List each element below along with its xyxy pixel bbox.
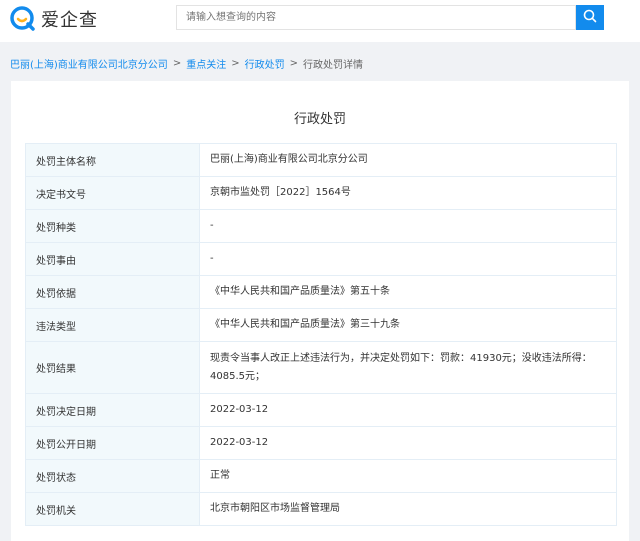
table-row: 处罚公开日期 2022-03-12: [25, 426, 617, 460]
table-row: 决定书文号 京朝市监处罚［2022］1564号: [25, 176, 617, 210]
breadcrumb-separator: >: [172, 57, 182, 69]
logo-icon: [10, 6, 36, 32]
search-button[interactable]: [576, 5, 604, 30]
top-header: 爱企查: [0, 0, 640, 42]
breadcrumb-focus-link[interactable]: 重点关注: [186, 56, 226, 71]
row-value: 巴丽(上海)商业有限公司北京分公司: [199, 143, 617, 177]
row-value: -: [199, 242, 617, 276]
breadcrumb-current: 行政处罚详情: [302, 59, 363, 71]
row-value: 《中华人民共和国产品质量法》第三十九条: [199, 308, 617, 342]
row-key: 处罚机关: [25, 492, 200, 526]
row-value: 《中华人民共和国产品质量法》第五十条: [199, 275, 617, 309]
breadcrumb-separator: >: [231, 57, 240, 69]
row-key: 处罚结果: [25, 341, 200, 394]
row-key: 处罚种类: [25, 209, 200, 243]
row-value: 2022-03-12: [199, 393, 617, 427]
table-row: 处罚机关 北京市朝阳区市场监督管理局: [25, 492, 617, 526]
row-value: 2022-03-12: [199, 426, 617, 460]
page-title: 行政处罚: [293, 112, 346, 127]
row-key: 处罚依据: [25, 275, 200, 309]
table-row: 处罚种类 -: [25, 209, 617, 243]
row-value: 正常: [199, 459, 617, 493]
table-row: 违法类型 《中华人民共和国产品质量法》第三十九条: [25, 308, 617, 342]
search-icon: [583, 9, 597, 26]
table-row: 处罚事由 -: [25, 242, 617, 276]
table-row: 处罚主体名称 巴丽(上海)商业有限公司北京分公司: [25, 143, 617, 177]
detail-table: 处罚主体名称 巴丽(上海)商业有限公司北京分公司 决定书文号 京朝市监处罚［20…: [25, 143, 617, 526]
row-value: 现责令当事人改正上述违法行为，并决定处罚如下：罚款：41930元；没收违法所得：…: [199, 341, 617, 394]
row-key: 处罚主体名称: [25, 143, 200, 177]
breadcrumb-company-link[interactable]: 巴丽(上海)商业有限公司北京分公司: [10, 56, 168, 71]
table-row: 处罚依据 《中华人民共和国产品质量法》第五十条: [25, 275, 617, 309]
breadcrumb: 巴丽(上海)商业有限公司北京分公司 > 重点关注 > 行政处罚 > 行政处罚详情: [10, 55, 363, 71]
detail-card: 行政处罚 处罚主体名称 巴丽(上海)商业有限公司北京分公司 决定书文号 京朝市监…: [11, 81, 629, 541]
table-row: 处罚决定日期 2022-03-12: [25, 393, 617, 427]
row-key: 处罚公开日期: [25, 426, 200, 460]
row-key: 处罚状态: [25, 459, 200, 493]
row-key: 决定书文号: [25, 176, 200, 210]
row-value: 北京市朝阳区市场监督管理局: [199, 492, 617, 526]
logo[interactable]: 爱企查: [10, 6, 98, 32]
row-key: 处罚决定日期: [25, 393, 200, 427]
logo-text: 爱企查: [41, 10, 98, 31]
table-row: 处罚状态 正常: [25, 459, 617, 493]
row-value: 京朝市监处罚［2022］1564号: [199, 176, 617, 210]
row-key: 处罚事由: [25, 242, 200, 276]
breadcrumb-separator: >: [289, 57, 298, 69]
row-key: 违法类型: [25, 308, 200, 342]
search-input[interactable]: [176, 5, 576, 30]
table-row: 处罚结果 现责令当事人改正上述违法行为，并决定处罚如下：罚款：41930元；没收…: [25, 341, 617, 394]
breadcrumb-penalty-link[interactable]: 行政处罚: [245, 56, 285, 71]
row-value: -: [199, 209, 617, 243]
